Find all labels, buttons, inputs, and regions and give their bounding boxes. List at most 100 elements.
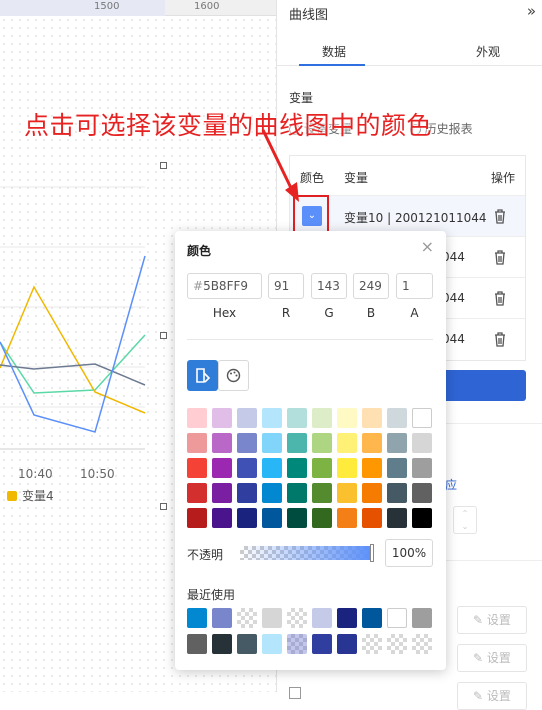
recent-color-swatch[interactable] [237, 634, 257, 654]
recent-color-swatch[interactable] [287, 608, 307, 628]
color-swatch[interactable] [262, 483, 282, 503]
recent-color-swatch[interactable] [387, 608, 407, 628]
color-swatch[interactable] [187, 483, 207, 503]
color-swatch[interactable] [337, 433, 357, 453]
color-swatch[interactable] [262, 458, 282, 478]
recent-color-swatch[interactable] [337, 634, 357, 654]
opacity-input[interactable]: 100% [385, 539, 433, 567]
color-swatch[interactable] [187, 433, 207, 453]
color-swatch[interactable] [287, 508, 307, 528]
color-swatch[interactable] [312, 508, 332, 528]
color-swatch[interactable] [212, 483, 232, 503]
color-swatch[interactable] [262, 408, 282, 428]
double-chevron-right-icon[interactable]: » [527, 2, 536, 20]
recent-color-swatch[interactable] [362, 608, 382, 628]
tab-appearance[interactable]: 外观 [476, 43, 500, 60]
opacity-slider[interactable] [240, 546, 373, 560]
trash-icon[interactable] [493, 249, 507, 265]
recent-color-swatch[interactable] [312, 608, 332, 628]
recent-color-swatch[interactable] [312, 634, 332, 654]
blue-input[interactable]: 249 [353, 273, 389, 299]
color-swatch[interactable] [187, 508, 207, 528]
recent-color-swatch[interactable] [337, 608, 357, 628]
color-swatch[interactable] [412, 408, 432, 428]
color-swatch[interactable] [212, 458, 232, 478]
color-swatch[interactable] [312, 408, 332, 428]
recent-color-swatch[interactable] [412, 608, 432, 628]
hex-input[interactable]: #5B8FF9 [187, 273, 262, 299]
color-swatch[interactable] [362, 433, 382, 453]
color-swatch[interactable] [412, 508, 432, 528]
red-input[interactable]: 91 [268, 273, 304, 299]
color-swatch[interactable] [212, 408, 232, 428]
color-swatch[interactable] [237, 483, 257, 503]
color-swatch[interactable] [287, 408, 307, 428]
number-stepper[interactable]: ⌃ ⌄ [453, 506, 477, 534]
color-swatch[interactable] [237, 458, 257, 478]
resize-handle[interactable] [160, 332, 167, 339]
color-swatch[interactable] [387, 458, 407, 478]
color-swatch[interactable] [287, 483, 307, 503]
color-swatch[interactable] [412, 433, 432, 453]
color-swatch[interactable] [312, 458, 332, 478]
color-swatch[interactable] [287, 458, 307, 478]
preset-palette-button[interactable] [187, 360, 218, 391]
color-swatch[interactable] [187, 458, 207, 478]
color-swatch[interactable] [237, 433, 257, 453]
trash-icon[interactable] [493, 208, 507, 224]
color-swatch[interactable] [362, 408, 382, 428]
settings-button[interactable]: ✎ 设置 [457, 682, 527, 710]
recent-color-swatch[interactable] [412, 634, 432, 654]
recent-color-swatch[interactable] [262, 634, 282, 654]
color-swatch[interactable] [262, 433, 282, 453]
trash-icon[interactable] [493, 290, 507, 306]
color-swatch[interactable] [212, 433, 232, 453]
color-swatch[interactable] [312, 433, 332, 453]
ruler-tick: 1500 [94, 1, 120, 12]
link-text[interactable]: 应 [445, 476, 457, 493]
resize-handle[interactable] [160, 162, 167, 169]
recent-color-swatch[interactable] [187, 608, 207, 628]
color-swatch[interactable] [312, 483, 332, 503]
color-swatch[interactable] [187, 408, 207, 428]
color-swatch[interactable] [237, 408, 257, 428]
resize-handle[interactable] [160, 503, 167, 510]
hex-label: Hex [212, 306, 237, 320]
opacity-slider-handle[interactable] [370, 544, 374, 562]
close-icon[interactable]: × [421, 239, 434, 255]
color-swatch[interactable] [287, 433, 307, 453]
horizontal-ruler: 1500 1600 [0, 0, 276, 16]
color-swatch[interactable] [362, 508, 382, 528]
tab-data[interactable]: 数据 [322, 43, 346, 60]
color-swatch[interactable] [387, 508, 407, 528]
custom-palette-button[interactable] [218, 360, 249, 391]
recent-color-swatch[interactable] [262, 608, 282, 628]
alpha-input[interactable]: 1 [396, 273, 433, 299]
color-swatch[interactable] [337, 458, 357, 478]
color-swatch[interactable] [387, 408, 407, 428]
recent-color-swatch[interactable] [287, 634, 307, 654]
recent-color-swatch[interactable] [362, 634, 382, 654]
color-swatch[interactable] [237, 508, 257, 528]
recent-color-swatch[interactable] [212, 634, 232, 654]
color-swatch[interactable] [412, 483, 432, 503]
green-input[interactable]: 143 [311, 273, 347, 299]
color-swatch[interactable] [262, 508, 282, 528]
trash-icon[interactable] [493, 331, 507, 347]
color-swatch[interactable] [337, 483, 357, 503]
settings-button[interactable]: ✎ 设置 [457, 644, 527, 672]
settings-button[interactable]: ✎ 设置 [457, 606, 527, 634]
recent-color-swatch[interactable] [212, 608, 232, 628]
color-swatch[interactable] [362, 483, 382, 503]
color-swatch[interactable] [337, 408, 357, 428]
color-swatch[interactable] [387, 433, 407, 453]
recent-color-swatch[interactable] [237, 608, 257, 628]
color-swatch[interactable] [337, 508, 357, 528]
color-swatch[interactable] [387, 483, 407, 503]
color-swatch[interactable] [212, 508, 232, 528]
color-swatch[interactable] [412, 458, 432, 478]
color-swatch[interactable] [362, 458, 382, 478]
recent-color-swatch[interactable] [387, 634, 407, 654]
checkbox[interactable] [289, 687, 301, 699]
recent-color-swatch[interactable] [187, 634, 207, 654]
